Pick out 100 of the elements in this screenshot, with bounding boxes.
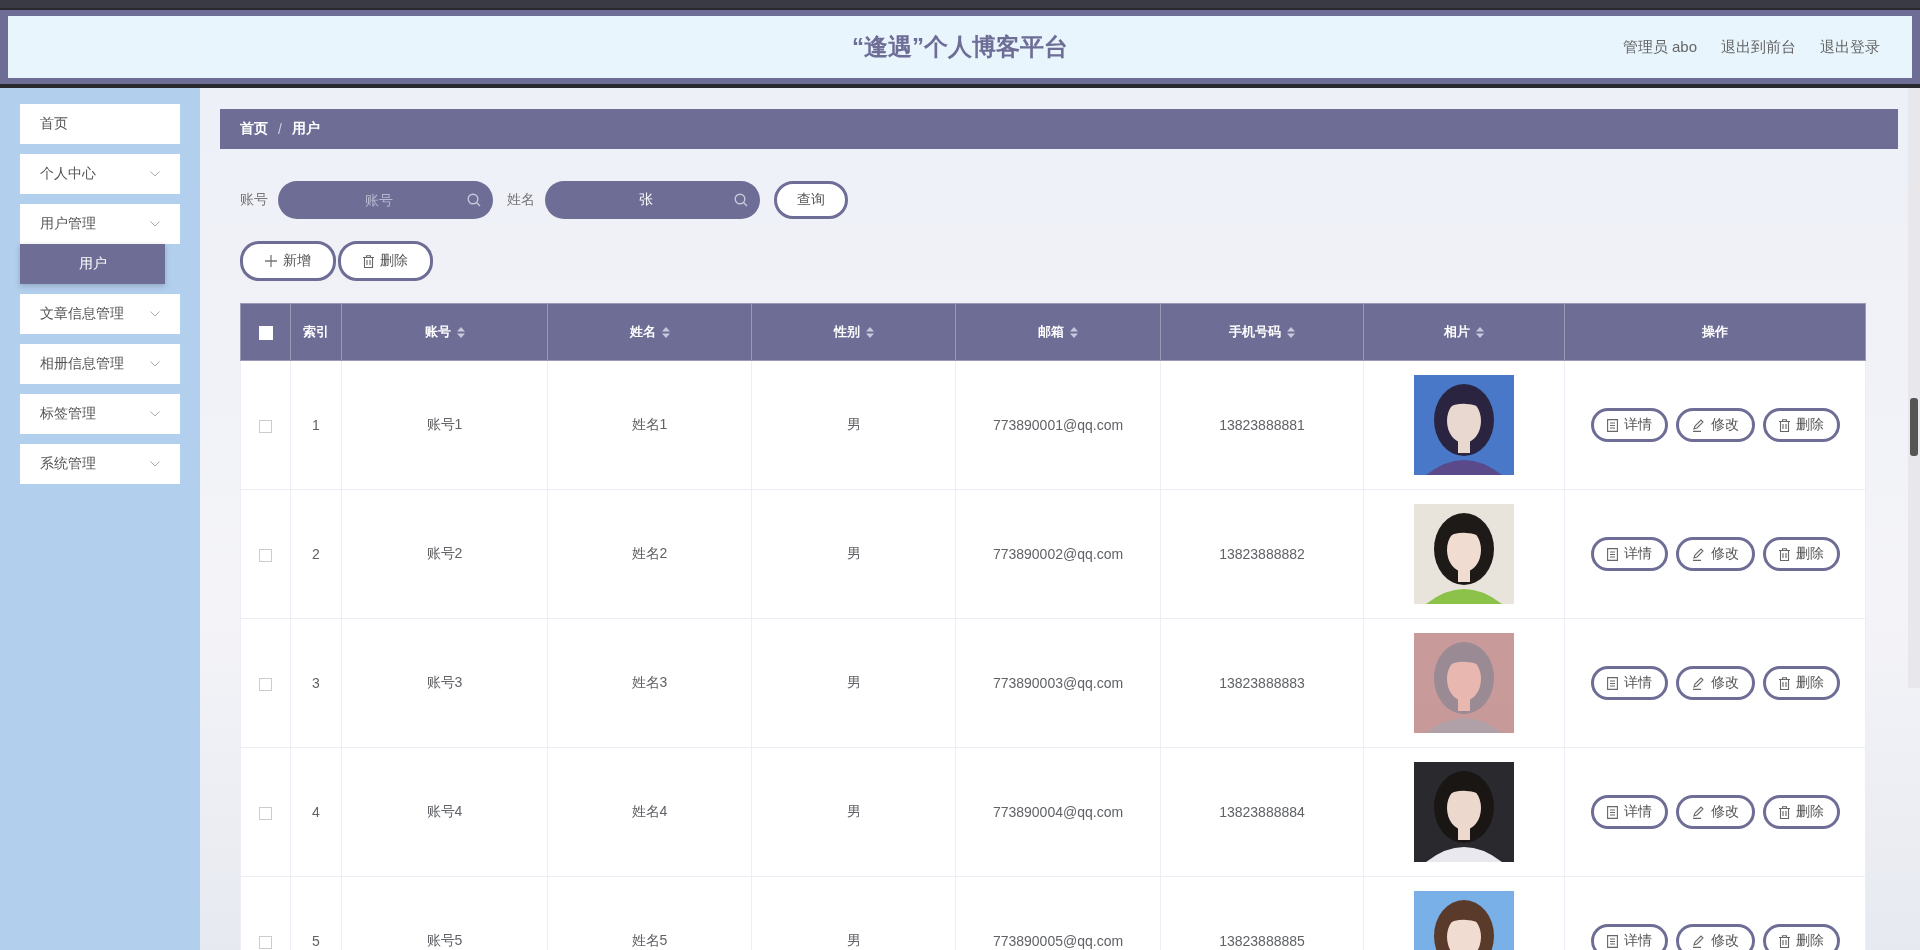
chevron-down-icon bbox=[150, 411, 160, 417]
sidebar-item[interactable]: 个人中心 bbox=[20, 154, 180, 194]
detail-button[interactable]: 详情 bbox=[1590, 537, 1668, 571]
table-cell: 账号3 bbox=[341, 618, 548, 748]
edit-button[interactable]: 修改 bbox=[1675, 408, 1755, 442]
sidebar-item[interactable]: 相册信息管理 bbox=[20, 344, 180, 384]
site-title: “逢遇”个人博客平台 bbox=[852, 33, 1068, 60]
sidebar-item[interactable]: 首页 bbox=[20, 104, 180, 144]
edit-button[interactable]: 修改 bbox=[1675, 795, 1755, 829]
sort-icon bbox=[1287, 326, 1295, 338]
pencil-icon bbox=[1691, 805, 1705, 819]
row-checkbox[interactable] bbox=[259, 806, 272, 820]
table-cell: 773890001@qq.com bbox=[955, 360, 1161, 490]
chevron-down-icon bbox=[150, 221, 160, 227]
chevron-down-icon bbox=[150, 361, 160, 367]
delete-button[interactable]: 删除 bbox=[1762, 666, 1840, 700]
table-cell: 2 bbox=[290, 489, 342, 619]
add-button[interactable]: 新增 bbox=[240, 241, 336, 281]
row-checkbox[interactable] bbox=[259, 935, 272, 949]
row-checkbox[interactable] bbox=[259, 548, 272, 562]
field-label: 姓名 bbox=[507, 191, 535, 209]
detail-button[interactable]: 详情 bbox=[1590, 666, 1668, 700]
search-icon bbox=[734, 193, 748, 207]
document-icon bbox=[1606, 805, 1618, 819]
sort-icon bbox=[661, 326, 670, 338]
table-cell: 13823888882 bbox=[1160, 489, 1364, 619]
table-cell: 姓名1 bbox=[547, 360, 752, 490]
table-cell: 账号4 bbox=[341, 747, 548, 877]
table-cell: 账号2 bbox=[341, 489, 548, 619]
table-cell: 男 bbox=[751, 360, 956, 490]
trash-icon bbox=[1778, 547, 1790, 561]
column-header[interactable]: 邮箱 bbox=[955, 303, 1161, 361]
pencil-icon bbox=[1691, 547, 1705, 561]
sort-icon bbox=[1070, 326, 1078, 338]
delete-button[interactable]: 删除 bbox=[338, 241, 433, 281]
detail-button[interactable]: 详情 bbox=[1590, 924, 1668, 950]
pencil-icon bbox=[1691, 676, 1705, 690]
edit-button[interactable]: 修改 bbox=[1675, 924, 1755, 950]
delete-button[interactable]: 删除 bbox=[1762, 795, 1840, 829]
table-cell: 1 bbox=[290, 360, 342, 490]
chevron-down-icon bbox=[150, 171, 160, 177]
sidebar-item[interactable]: 用户管理 bbox=[20, 204, 180, 244]
table-cell: 4 bbox=[290, 747, 342, 877]
column-header: 索引 bbox=[290, 303, 342, 361]
trash-icon bbox=[1778, 934, 1790, 948]
query-button[interactable]: 查询 bbox=[774, 181, 848, 219]
sort-icon bbox=[865, 326, 874, 338]
chevron-down-icon bbox=[150, 311, 160, 317]
sort-icon bbox=[1476, 326, 1484, 338]
sidebar-subitem[interactable]: 用户 bbox=[20, 244, 165, 284]
sort-icon bbox=[456, 326, 465, 338]
detail-button[interactable]: 详情 bbox=[1590, 795, 1668, 829]
plus-icon bbox=[265, 255, 277, 267]
column-header[interactable]: 相片 bbox=[1363, 303, 1565, 361]
column-header: 操作 bbox=[1564, 303, 1866, 361]
delete-button[interactable]: 删除 bbox=[1762, 408, 1840, 442]
table-cell: 773890003@qq.com bbox=[955, 618, 1161, 748]
row-checkbox[interactable] bbox=[259, 419, 272, 433]
column-header[interactable]: 手机号码 bbox=[1160, 303, 1364, 361]
detail-button[interactable]: 详情 bbox=[1590, 408, 1668, 442]
search-field[interactable]: 账号 bbox=[278, 181, 493, 219]
breadcrumb-item[interactable]: 首页 bbox=[240, 120, 268, 138]
chevron-down-icon bbox=[150, 461, 160, 467]
trash-icon bbox=[1778, 805, 1790, 819]
table-cell: 姓名3 bbox=[547, 618, 752, 748]
table-cell: 账号1 bbox=[341, 360, 548, 490]
scrollbar[interactable] bbox=[1908, 88, 1920, 688]
header-link[interactable]: 管理员 abo bbox=[1622, 37, 1697, 57]
table-cell: 男 bbox=[751, 747, 956, 877]
table-cell: 3 bbox=[290, 618, 342, 748]
trash-icon bbox=[363, 254, 374, 268]
header-link[interactable]: 退出到前台 bbox=[1721, 37, 1796, 57]
delete-button[interactable]: 删除 bbox=[1762, 537, 1840, 571]
table-cell: 773890004@qq.com bbox=[955, 747, 1161, 877]
search-icon bbox=[467, 193, 481, 207]
search-field[interactable]: 张 bbox=[545, 181, 760, 219]
column-header[interactable]: 姓名 bbox=[547, 303, 752, 361]
trash-icon bbox=[1778, 676, 1790, 690]
table-cell: 773890002@qq.com bbox=[955, 489, 1161, 619]
row-checkbox[interactable] bbox=[259, 677, 272, 691]
breadcrumb-separator: / bbox=[278, 121, 282, 137]
pencil-icon bbox=[1691, 418, 1705, 432]
table-cell: 男 bbox=[751, 489, 956, 619]
document-icon bbox=[1606, 418, 1618, 432]
table-cell: 13823888881 bbox=[1160, 360, 1364, 490]
sidebar-item[interactable]: 系统管理 bbox=[20, 444, 180, 484]
delete-button[interactable]: 删除 bbox=[1762, 924, 1840, 950]
sidebar-item[interactable]: 标签管理 bbox=[20, 394, 180, 434]
edit-button[interactable]: 修改 bbox=[1675, 537, 1755, 571]
document-icon bbox=[1606, 547, 1618, 561]
breadcrumb-item: 用户 bbox=[291, 120, 320, 138]
sidebar-item[interactable]: 文章信息管理 bbox=[20, 294, 180, 334]
document-icon bbox=[1606, 934, 1618, 948]
edit-button[interactable]: 修改 bbox=[1675, 666, 1755, 700]
column-header[interactable]: 账号 bbox=[341, 303, 548, 361]
table-cell: 男 bbox=[751, 618, 956, 748]
header-link[interactable]: 退出登录 bbox=[1820, 37, 1880, 57]
field-label: 账号 bbox=[240, 191, 268, 209]
select-all-checkbox[interactable] bbox=[258, 325, 273, 340]
column-header[interactable]: 性别 bbox=[751, 303, 956, 361]
